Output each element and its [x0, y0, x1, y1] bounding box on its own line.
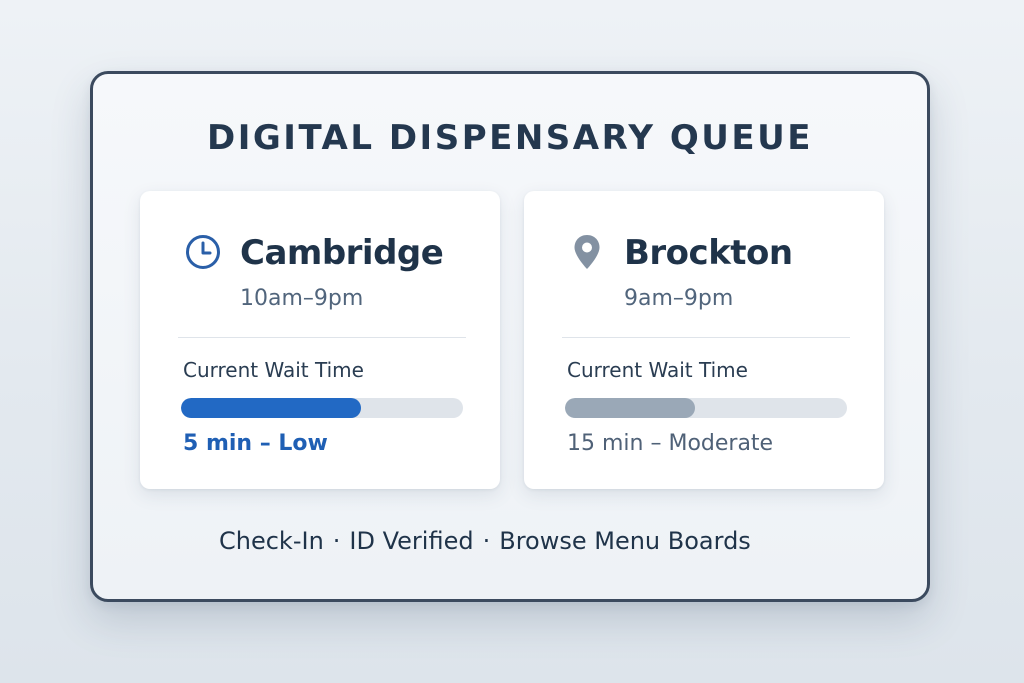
location-name: Brockton	[624, 233, 793, 273]
wait-time-label: Current Wait Time	[567, 358, 748, 382]
location-card-brockton[interactable]: Brockton 9am–9pm Current Wait Time 15 mi…	[524, 191, 884, 489]
wait-time-bar-fill	[181, 398, 362, 418]
page-title: DIGITAL DISPENSARY QUEUE	[207, 118, 813, 158]
card-divider	[562, 337, 850, 338]
location-hours: 10am–9pm	[240, 286, 364, 311]
footer-steps: Check-In · ID Verified · Browse Menu Boards	[219, 527, 751, 555]
location-hours: 9am–9pm	[624, 286, 734, 311]
location-pin-icon	[574, 235, 600, 269]
card-divider	[178, 337, 466, 338]
wait-time-bar	[181, 398, 463, 418]
wait-time-bar	[565, 398, 847, 418]
footer-item-id-verified[interactable]: ID Verified	[349, 527, 473, 555]
queue-display-panel: DIGITAL DISPENSARY QUEUE Cambridge 10am–…	[90, 71, 930, 602]
location-name: Cambridge	[240, 233, 444, 273]
wait-time-status: 5 min – Low	[183, 431, 328, 456]
footer-item-browse-menu-boards[interactable]: Browse Menu Boards	[499, 527, 751, 555]
footer-separator: ·	[482, 527, 491, 555]
location-card-cambridge[interactable]: Cambridge 10am–9pm Current Wait Time 5 m…	[140, 191, 500, 489]
wait-time-bar-fill	[565, 398, 695, 418]
footer-separator: ·	[332, 527, 341, 555]
wait-time-status: 15 min – Moderate	[567, 431, 774, 456]
wait-time-label: Current Wait Time	[183, 358, 364, 382]
clock-icon	[186, 235, 220, 269]
footer-item-check-in[interactable]: Check-In	[219, 527, 324, 555]
